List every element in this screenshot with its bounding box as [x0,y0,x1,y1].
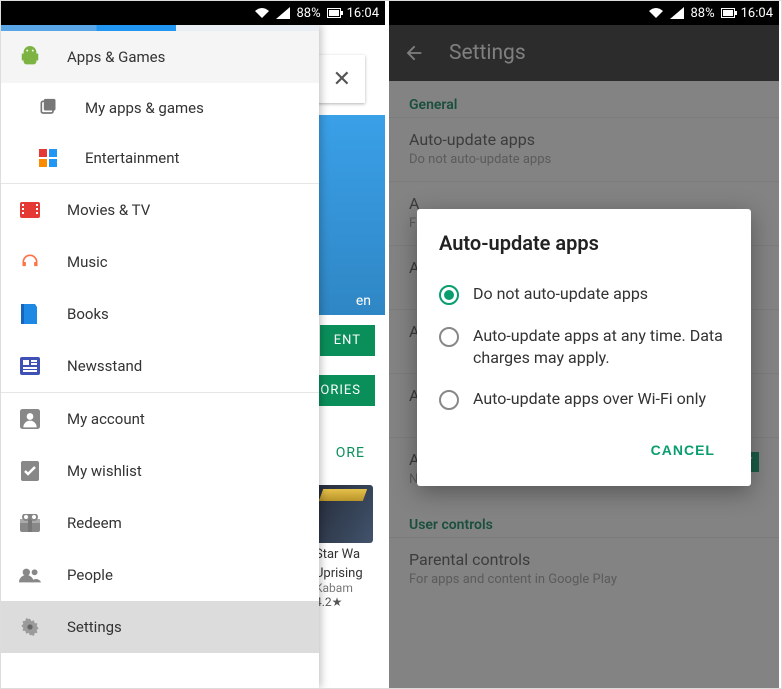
battery-pct: 88% [690,6,714,21]
battery-icon [721,8,735,18]
app-thumbnail [315,485,373,543]
books-icon [19,303,41,325]
redeem-icon [19,512,41,534]
close-icon[interactable]: ✕ [333,67,351,92]
signal-icon [670,7,684,19]
nav-label: Music [67,253,108,271]
nav-label: Redeem [67,514,122,532]
phone-right: 88% 16:04 Settings General Auto-update a… [389,1,779,688]
nav-drawer: Apps & Games My apps & games Entertainme… [1,25,319,688]
wifi-icon [254,7,270,19]
app-card[interactable]: Star Wa Uprising Kabam 4.2★ [315,485,375,609]
app-rating: 4.2★ [315,595,375,609]
nav-item-people[interactable]: People [1,549,319,601]
app-subtitle: Uprising [315,566,375,581]
option-label: Auto-update apps over Wi-Fi only [473,388,706,410]
account-icon [19,408,41,430]
radio-option-do-not-update[interactable]: Do not auto-update apps [439,273,729,315]
people-icon [19,564,41,586]
nav-label: My apps & games [85,99,204,117]
cancel-button[interactable]: CANCEL [641,434,725,466]
battery-icon [327,8,341,18]
nav-label: My wishlist [67,462,142,480]
nav-item-newsstand[interactable]: Newsstand [1,340,319,392]
nav-label: Settings [67,618,122,636]
apps-icon [37,97,59,119]
nav-item-redeem[interactable]: Redeem [1,497,319,549]
gear-icon [19,616,41,638]
radio-icon [439,327,459,347]
nav-item-movies[interactable]: Movies & TV [1,184,319,236]
entertainment-icon [37,147,59,169]
music-icon [19,251,41,273]
radio-icon [439,390,459,410]
nav-item-my-account[interactable]: My account [1,393,319,445]
nav-item-my-apps[interactable]: My apps & games [1,83,319,133]
nav-label: Entertainment [85,149,179,167]
android-icon [19,46,41,68]
chip-entertainment[interactable]: ENT [320,325,375,356]
newsstand-icon [19,355,41,377]
nav-label: People [67,566,113,584]
clock: 16:04 [347,6,379,21]
more-link[interactable]: ORE [336,445,365,461]
nav-label: Movies & TV [67,201,150,219]
battery-pct: 88% [296,6,320,21]
nav-item-books[interactable]: Books [1,288,319,340]
radio-option-any-time[interactable]: Auto-update apps at any time. Data charg… [439,315,729,378]
radio-option-wifi-only[interactable]: Auto-update apps over Wi-Fi only [439,378,729,420]
nav-item-wishlist[interactable]: My wishlist [1,445,319,497]
nav-label: Books [67,305,109,323]
wishlist-icon [19,460,41,482]
phone-left: 88% 16:04 ✕ en ENT TEGORIES ORE Star Wa … [1,1,389,688]
app-title: Star Wa [315,547,375,562]
auto-update-dialog: Auto-update apps Do not auto-update apps… [417,209,751,486]
wifi-icon [648,7,664,19]
nav-item-music[interactable]: Music [1,236,319,288]
app-publisher: Kabam [315,581,375,595]
movies-icon [19,199,41,221]
nav-item-apps-games[interactable]: Apps & Games [1,31,319,83]
nav-label: Apps & Games [67,48,165,66]
option-label: Do not auto-update apps [473,283,648,305]
option-label: Auto-update apps at any time. Data charg… [473,325,729,368]
promo-text: en [356,293,371,309]
clock: 16:04 [741,6,773,21]
signal-icon [276,7,290,19]
radio-icon [439,285,459,305]
status-bar: 88% 16:04 [389,1,779,25]
dialog-title: Auto-update apps [439,231,729,255]
nav-item-settings[interactable]: Settings [1,601,319,653]
nav-item-entertainment[interactable]: Entertainment [1,133,319,183]
nav-label: Newsstand [67,357,142,375]
nav-label: My account [67,410,145,428]
status-bar: 88% 16:04 [1,1,385,25]
